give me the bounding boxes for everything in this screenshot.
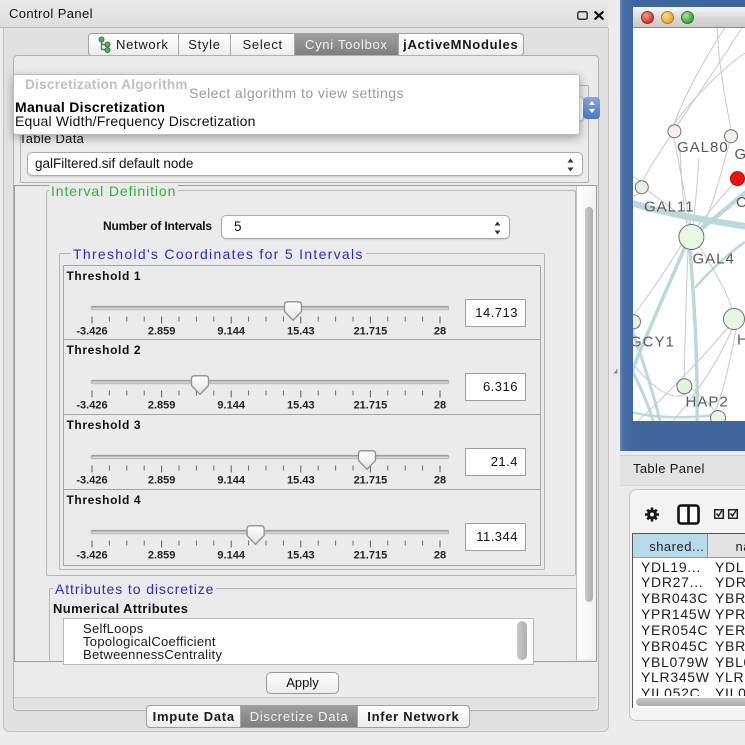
svg-text:15.43: 15.43 bbox=[287, 475, 315, 487]
svg-text:HAP2: HAP2 bbox=[686, 394, 729, 411]
svg-text:H: H bbox=[737, 332, 745, 349]
svg-text:15.43: 15.43 bbox=[287, 326, 315, 338]
svg-text:28: 28 bbox=[434, 326, 446, 338]
svg-text:C: C bbox=[736, 194, 745, 211]
svg-text:GAL80: GAL80 bbox=[677, 139, 729, 156]
svg-text:21.715: 21.715 bbox=[354, 400, 388, 412]
svg-text:9.144: 9.144 bbox=[217, 326, 245, 338]
svg-text:21.715: 21.715 bbox=[354, 326, 388, 338]
svg-text:9.144: 9.144 bbox=[217, 550, 245, 562]
svg-text:-3.426: -3.426 bbox=[76, 326, 107, 338]
svg-text:2.859: 2.859 bbox=[148, 326, 176, 338]
svg-text:2.859: 2.859 bbox=[148, 475, 176, 487]
svg-text:2.859: 2.859 bbox=[148, 400, 176, 412]
svg-text:2.859: 2.859 bbox=[148, 550, 176, 562]
svg-text:9.144: 9.144 bbox=[217, 400, 245, 412]
svg-text:21.715: 21.715 bbox=[354, 550, 388, 562]
svg-text:15.43: 15.43 bbox=[287, 550, 315, 562]
svg-text:GAL11: GAL11 bbox=[644, 199, 695, 216]
svg-text:28: 28 bbox=[434, 550, 446, 562]
svg-text:-3.426: -3.426 bbox=[76, 400, 107, 412]
svg-text:15.43: 15.43 bbox=[287, 400, 315, 412]
svg-text:-3.426: -3.426 bbox=[76, 475, 107, 487]
svg-text:21.715: 21.715 bbox=[354, 475, 388, 487]
svg-text:GAL4: GAL4 bbox=[693, 251, 735, 268]
svg-text:9.144: 9.144 bbox=[217, 475, 245, 487]
svg-text:28: 28 bbox=[434, 475, 446, 487]
svg-text:28: 28 bbox=[434, 400, 446, 412]
svg-text:GCY1: GCY1 bbox=[633, 334, 675, 351]
svg-text:GA: GA bbox=[735, 146, 745, 163]
svg-text:-3.426: -3.426 bbox=[76, 550, 107, 562]
